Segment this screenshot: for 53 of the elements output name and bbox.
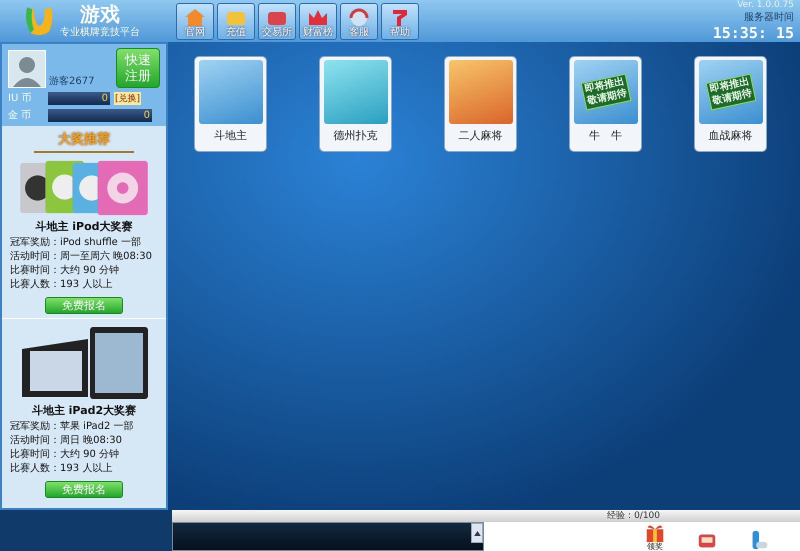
currency-value: 0	[48, 108, 152, 122]
scroll-up-button[interactable]	[471, 523, 483, 543]
quick-register-button[interactable]: 快速注册	[116, 48, 160, 88]
event-detail: 比赛人数：193 人以上	[10, 278, 112, 292]
event-detail: 冠军奖励：iPod shuffle 一部	[10, 236, 141, 250]
event-detail: 活动时间：周一至周六 晚08:30	[10, 250, 152, 264]
game-card[interactable]: 斗地主	[194, 56, 267, 152]
toolbar-button[interactable]: 官网	[176, 3, 214, 40]
logo-title: 游戏	[80, 3, 120, 25]
currency-label: IU 币	[8, 92, 32, 105]
free-signup-button[interactable]: 免费报名	[45, 481, 123, 498]
game-label: 牛 牛	[589, 128, 622, 143]
house-icon	[183, 7, 207, 27]
event-detail: 比赛时间：大约 90 分钟	[10, 448, 120, 462]
headset-icon	[347, 7, 371, 27]
reward-label: 领奖	[647, 543, 663, 551]
coming-soon-badge: 即将推出 敬请期待	[580, 74, 631, 110]
event-detail: 活动时间：周日 晚08:30	[10, 434, 122, 448]
currency-value: 0	[48, 92, 110, 104]
event-detail: 冠军奖励：苹果 iPad2 一部	[10, 420, 134, 434]
logo-subtitle: 专业棋牌竞技平台	[60, 26, 140, 39]
experience-text: 经验：0/100	[607, 510, 660, 522]
game-label: 二人麻将	[458, 128, 502, 143]
toolbar-button[interactable]: 财富榜	[299, 3, 337, 40]
avatar-icon	[8, 50, 46, 88]
game-label: 血战麻将	[708, 128, 752, 143]
event-detail: 比赛时间：大约 90 分钟	[10, 264, 120, 278]
free-signup-button[interactable]: 免费报名	[45, 297, 123, 314]
game-label: 斗地主	[214, 128, 247, 143]
toolbar-button[interactable]: 充值	[217, 3, 255, 40]
coming-soon-badge: 即将推出 敬请期待	[705, 74, 756, 110]
toolbar-button[interactable]: 交易所	[258, 3, 296, 40]
triangle-icon	[474, 530, 480, 536]
currency-label: 金 币	[8, 108, 32, 122]
game-card[interactable]: 即将推出 敬请期待 血战麻将	[694, 56, 767, 152]
toolbar-button[interactable]: 帮助	[381, 3, 419, 40]
version-text: Ver. 1.0.0.75	[737, 0, 794, 10]
event-title: 斗地主 iPod大奖赛	[35, 219, 133, 234]
server-time: 15:35: 15	[712, 24, 794, 42]
username: 游客2677	[49, 74, 96, 88]
game-card[interactable]: 即将推出 敬请期待 牛 牛	[569, 56, 642, 152]
game-illustration	[198, 60, 262, 124]
promo-heading: 大奖推荐	[58, 131, 110, 148]
toolbar-button[interactable]: 客服	[340, 3, 378, 40]
event-detail: 比赛人数：193 人以上	[10, 462, 112, 476]
game-card[interactable]: 德州扑克	[319, 56, 392, 152]
game-illustration	[324, 60, 388, 124]
game-label: 德州扑克	[334, 128, 378, 143]
game-illustration	[448, 60, 512, 124]
server-time-label: 服务器时间	[744, 10, 794, 24]
event-title: 斗地主 iPad2大奖赛	[32, 403, 136, 418]
game-card[interactable]: 二人麻将	[444, 56, 517, 152]
exchange-link[interactable]: [兑换]	[114, 92, 142, 104]
